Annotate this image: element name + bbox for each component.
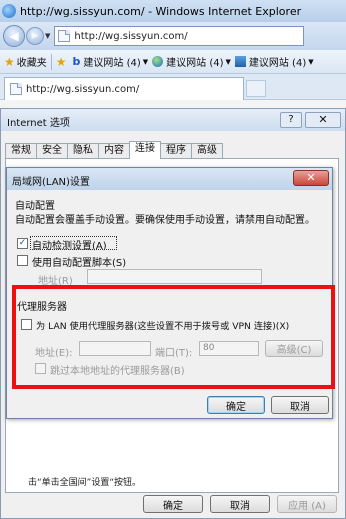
use-script-checkbox[interactable]	[17, 255, 28, 266]
tab-programs[interactable]: 程序	[160, 143, 192, 159]
use-script-label[interactable]: 使用自动配置脚本(S)	[32, 254, 126, 269]
page-icon	[58, 30, 71, 42]
favorites-star-icon: ★	[4, 54, 15, 69]
forward-arrow-icon: ▶	[31, 31, 39, 41]
fav-link-1[interactable]: b 建议网站 (4) ▼	[73, 54, 149, 69]
favorites-bar: ★ 收藏夹 ★ b 建议网站 (4) ▼ 建议网站 (4) ▼ 建议网站 (4)…	[0, 50, 346, 74]
globe-icon	[152, 56, 164, 67]
focus-rectangle	[30, 236, 117, 250]
tab-advanced[interactable]: 高级	[191, 143, 223, 159]
fav-link-label: 建议网站 (4)	[83, 58, 141, 69]
help-button[interactable]: ?	[280, 112, 302, 128]
lan-cancel-button[interactable]: 取消	[271, 396, 329, 414]
favorites-button[interactable]: ★ 收藏夹	[4, 54, 47, 70]
address-url: http://wg.sissyun.com/	[74, 30, 188, 42]
chevron-down-icon: ▼	[142, 57, 149, 66]
favorites-label: 收藏夹	[16, 58, 47, 69]
auto-config-heading: 自动配置	[15, 201, 55, 212]
ok-button[interactable]: 确定	[143, 495, 203, 513]
script-address-input[interactable]	[87, 269, 262, 284]
browser-title: http://wg.sissyun.com/ - Windows Interne…	[20, 4, 302, 18]
forward-button[interactable]: ▶	[26, 27, 44, 45]
back-button[interactable]: ◀	[3, 25, 25, 47]
back-arrow-icon: ◀	[9, 29, 19, 43]
fav-link-label: 建议网站 (4)	[248, 58, 307, 69]
divider	[50, 53, 52, 70]
chevron-down-icon: ▼	[225, 57, 231, 66]
ie-logo-icon	[2, 4, 16, 18]
lan-ok-button[interactable]: 确定	[207, 396, 265, 414]
tab-privacy[interactable]: 隐私	[67, 143, 99, 159]
tab-current[interactable]: http://wg.sissyun.com/	[4, 77, 244, 100]
page-icon	[10, 83, 22, 95]
fav-link-label: 建议网站 (4)	[166, 58, 224, 69]
tab-connections[interactable]: 连接	[129, 141, 161, 159]
tab-content[interactable]: 内容	[98, 143, 130, 159]
lan-title-bar: 局域网(LAN)设置 ✕	[7, 168, 332, 190]
options-tabs: 常规 安全 隐私 内容 连接 程序 高级	[5, 141, 223, 159]
cancel-button[interactable]: 取消	[210, 495, 270, 513]
close-button[interactable]: ✕	[305, 112, 341, 128]
fav-link-2[interactable]: 建议网站 (4) ▼	[152, 54, 231, 69]
dialog-title: Internet 选项	[7, 118, 70, 129]
auto-config-description: 自动配置会覆盖手动设置。要确保使用手动设置，请禁用自动配置。	[15, 215, 315, 226]
new-tab-button[interactable]	[246, 80, 266, 97]
close-button[interactable]: ✕	[293, 170, 329, 186]
browser-title-bar: http://wg.sissyun.com/ - Windows Interne…	[0, 0, 346, 22]
tab-title: http://wg.sissyun.com/	[26, 83, 140, 95]
add-favorite-icon[interactable]: ★	[56, 55, 67, 69]
lan-dialog-title: 局域网(LAN)设置	[12, 177, 90, 188]
apply-button[interactable]: 应用 (A)	[277, 495, 337, 513]
fav-link-3[interactable]: 建议网站 (4) ▼	[234, 54, 314, 69]
bing-icon: b	[72, 55, 81, 68]
history-dropdown-icon[interactable]: ▼	[45, 32, 50, 40]
highlight-box	[12, 285, 335, 389]
auto-detect-checkbox[interactable]: ✓	[17, 238, 28, 249]
tab-security[interactable]: 安全	[36, 143, 68, 159]
tab-general[interactable]: 常规	[5, 143, 37, 159]
web-slice-icon	[234, 56, 246, 67]
panel-partial-text: 击“单击全国间”设置“按钮。	[28, 478, 141, 488]
dialog-title-bar: Internet 选项 ? ✕	[1, 109, 345, 131]
tab-strip: http://wg.sissyun.com/	[0, 74, 346, 100]
chevron-down-icon: ▼	[308, 57, 314, 66]
navigation-bar: ◀ ▶ ▼ http://wg.sissyun.com/	[0, 22, 346, 50]
address-bar[interactable]: http://wg.sissyun.com/	[54, 26, 305, 46]
